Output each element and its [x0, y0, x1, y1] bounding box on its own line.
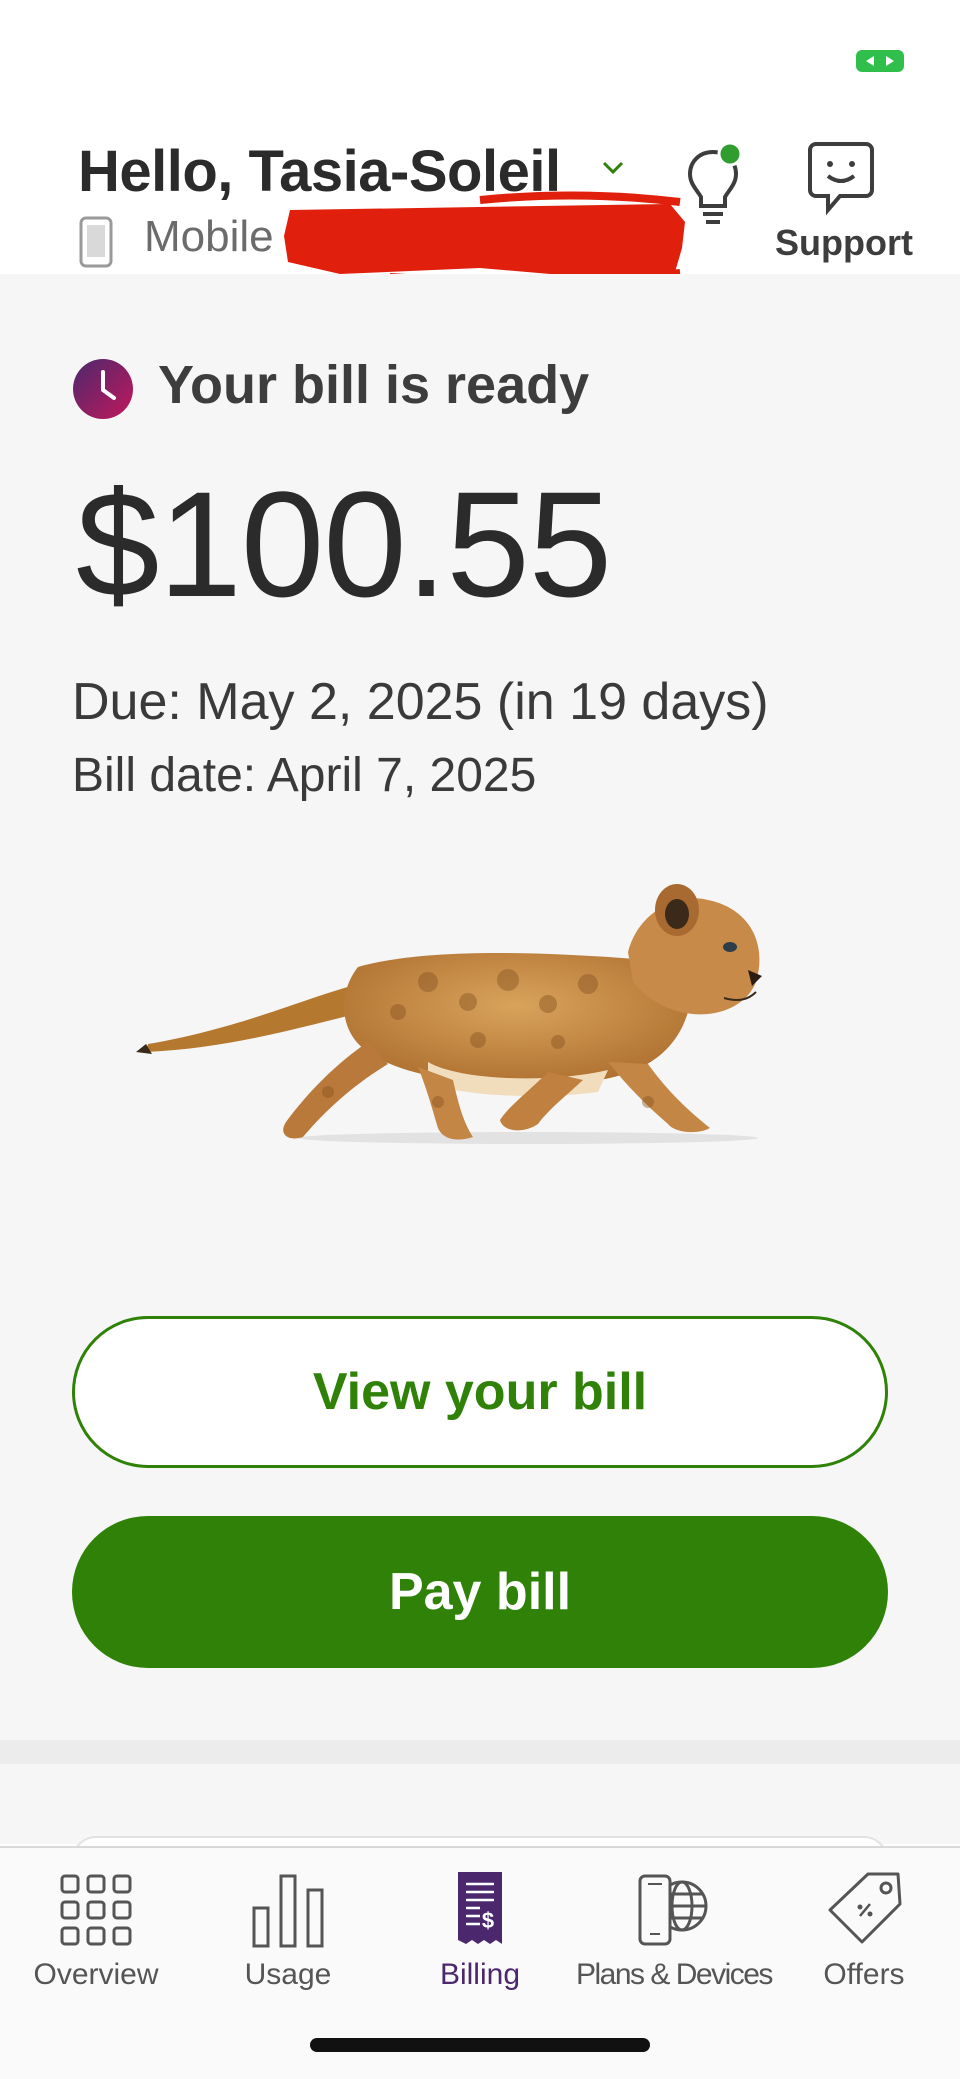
tab-usage[interactable]: Usage: [192, 1848, 384, 1998]
status-indicator: [856, 50, 904, 72]
grid-icon: [60, 1874, 132, 1946]
support-chat-icon[interactable]: [808, 140, 874, 216]
tab-offers[interactable]: Offers: [768, 1848, 960, 1998]
support-label[interactable]: Support: [775, 222, 913, 264]
pay-bill-button[interactable]: Pay bill: [72, 1516, 888, 1668]
chevron-down-icon[interactable]: [600, 158, 626, 178]
tag-icon: [828, 1872, 902, 1944]
notification-dot: [717, 141, 743, 167]
view-bill-button[interactable]: View your bill: [72, 1316, 888, 1468]
status-bar: [0, 0, 960, 120]
redaction-scribble: [284, 191, 685, 284]
lower-content-area: [0, 1764, 960, 1844]
bill-date: Bill date: April 7, 2025: [72, 749, 537, 802]
lion-cub-illustration: [136, 884, 762, 1144]
phone-icon: [79, 216, 113, 268]
bill-status: Your bill is ready: [158, 355, 590, 415]
tab-plans-devices[interactable]: Plans & Devices: [576, 1848, 773, 1998]
tab-label: Overview: [33, 1958, 159, 1991]
account-type-label: Mobile: [144, 212, 274, 261]
billing-screen: Hello, Tasia-Soleil Mobile Support Your …: [0, 0, 960, 2079]
bar-chart-icon: [252, 1874, 324, 1948]
home-indicator[interactable]: [310, 2038, 650, 2052]
svg-text:$: $: [482, 1908, 494, 1933]
tab-label: Billing: [439, 1958, 521, 1991]
tab-label: Offers: [823, 1958, 905, 1991]
section-divider: [0, 1740, 960, 1764]
bill-amount: $100.55: [76, 460, 612, 628]
tab-overview[interactable]: Overview: [0, 1848, 192, 1998]
tab-label: Plans & Devices: [576, 1958, 773, 1991]
bill-card: Your bill is ready $100.55 Due: May 2, 2…: [0, 274, 960, 1740]
tab-billing[interactable]: $ Billing: [384, 1848, 576, 1998]
device-globe-icon: [638, 1874, 708, 1946]
tab-label: Usage: [244, 1958, 332, 1991]
clock-icon: [73, 359, 133, 419]
due-date: Due: May 2, 2025 (in 19 days): [72, 673, 769, 731]
bill-icon: $: [458, 1872, 502, 1944]
